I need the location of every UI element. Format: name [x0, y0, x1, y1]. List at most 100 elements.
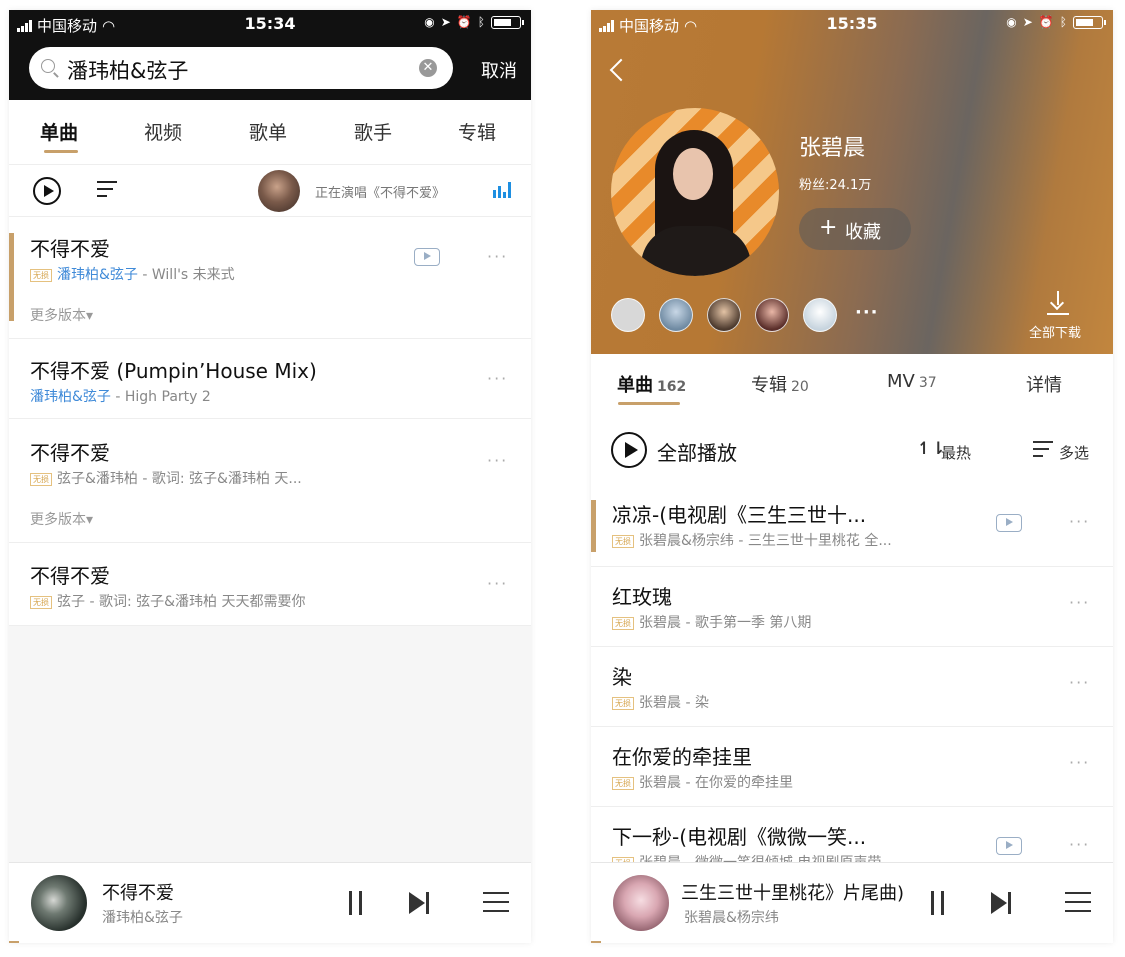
similar-artist-avatar[interactable]: [659, 298, 693, 332]
search-tabs: 单曲 视频 歌单 歌手 专辑: [9, 100, 531, 164]
back-icon[interactable]: [609, 58, 633, 82]
mv-icon[interactable]: [996, 514, 1022, 532]
tab-albums[interactable]: 专辑: [458, 118, 496, 145]
player-artist: 潘玮柏&弦子: [102, 910, 183, 926]
bluetooth-icon: ᛒ: [477, 15, 485, 29]
tab-mv[interactable]: MV 37: [887, 371, 937, 392]
lossless-badge: 无损: [612, 696, 634, 710]
multi-select-icon[interactable]: [97, 181, 119, 201]
song-detail: 张碧晨&杨宗纬 - 三生三世十里桃花 全...: [639, 533, 892, 549]
artist-header: 中国移动 ◠ 15:35 ◉ ➤ ⏰ ᛒ 张碧晨 粉丝:24.1万 + 收藏 ··· 全…: [591, 10, 1113, 354]
tab-underline: [618, 402, 680, 405]
player-title: 三生三世十里桃花》片尾曲) 凉: [681, 883, 909, 904]
song-subtitle: 无损 张碧晨 - 染: [612, 692, 709, 712]
more-options-icon[interactable]: ···: [487, 574, 508, 593]
mini-player[interactable]: 三生三世十里桃花》片尾曲) 凉 张碧晨&杨宗纬: [591, 862, 1113, 943]
lossless-badge: 无损: [30, 472, 52, 486]
similar-artist-avatar[interactable]: [755, 298, 789, 332]
song-artist[interactable]: 潘玮柏&弦子: [30, 389, 111, 405]
song-title: 下一秒-(电视剧《微微一笑...: [612, 825, 867, 849]
tab-playlists[interactable]: 歌单: [249, 118, 287, 145]
tab-albums[interactable]: 专辑 20: [751, 371, 809, 397]
song-row[interactable]: 凉凉-(电视剧《三生三世十... 无损 张碧晨&杨宗纬 - 三生三世十里桃花 全.…: [591, 486, 1113, 566]
clear-search-icon[interactable]: ✕: [419, 59, 437, 77]
song-row[interactable]: 下一秒-(电视剧《微微一笑... 无损张碧晨 - 微微一笑很倾城 电视剧原声带 …: [591, 806, 1113, 867]
more-artists-icon[interactable]: ···: [855, 302, 879, 323]
multi-select-icon[interactable]: [1033, 441, 1053, 459]
song-title: 染: [612, 665, 632, 689]
more-options-icon[interactable]: ···: [1069, 512, 1090, 531]
tab-singers[interactable]: 歌手: [354, 118, 392, 145]
player-artist: 张碧晨&杨宗纬: [684, 910, 779, 926]
similar-artist-avatar[interactable]: [611, 298, 645, 332]
song-detail: 张碧晨 - 歌手第一季 第八期: [639, 615, 812, 631]
song-detail: - Will's 未来式: [137, 267, 235, 283]
now-playing-avatar[interactable]: [258, 170, 300, 212]
more-versions-link[interactable]: 更多版本▾: [30, 509, 93, 529]
favorite-button[interactable]: + 收藏: [799, 208, 911, 250]
album-cover[interactable]: [613, 875, 669, 931]
song-title: 不得不爱 (Pumpin’House Mix): [30, 359, 317, 383]
battery-icon: [491, 15, 524, 29]
playback-progress: [591, 941, 601, 943]
playing-indicator: [9, 233, 14, 321]
more-options-icon[interactable]: ···: [1069, 673, 1090, 692]
song-row[interactable]: 不得不爱 无损 弦子&潘玮柏 - 歌词: 弦子&潘玮柏 天... ··· 更多版本…: [9, 418, 531, 543]
next-track-icon[interactable]: [409, 892, 431, 914]
song-title: 不得不爱: [30, 237, 110, 261]
play-all-button[interactable]: 全部播放: [657, 437, 737, 466]
cancel-button[interactable]: 取消: [481, 57, 517, 83]
location-icon: ➤: [1022, 15, 1033, 29]
song-subtitle: 无损 张碧晨 - 歌手第一季 第八期: [612, 612, 811, 632]
song-row[interactable]: 红玫瑰 无损 张碧晨 - 歌手第一季 第八期 ···: [591, 566, 1113, 647]
song-row[interactable]: 不得不爱 无损 弦子 - 歌词: 弦子&潘玮柏 天天都需要你 ···: [9, 542, 531, 626]
tab-details[interactable]: 详情: [1026, 371, 1062, 397]
more-options-icon[interactable]: ···: [487, 369, 508, 388]
multi-select-button[interactable]: 多选: [1059, 442, 1089, 463]
song-row[interactable]: 染 无损 张碧晨 - 染 ···: [591, 646, 1113, 727]
tab-songs[interactable]: 单曲: [40, 118, 78, 145]
more-options-icon[interactable]: ···: [487, 247, 508, 266]
more-options-icon[interactable]: ···: [1069, 753, 1090, 772]
song-title: 在你爱的牵挂里: [612, 745, 752, 769]
album-cover[interactable]: [31, 875, 87, 931]
sort-button[interactable]: 最热: [941, 442, 971, 463]
search-query[interactable]: 潘玮柏&弦子: [67, 55, 188, 85]
download-icon[interactable]: [1047, 291, 1069, 315]
pause-icon[interactable]: [931, 891, 947, 915]
download-all-label[interactable]: 全部下载: [1029, 322, 1081, 341]
more-options-icon[interactable]: ···: [1069, 593, 1090, 612]
mv-icon[interactable]: [414, 248, 440, 266]
song-detail: 张碧晨 - 染: [639, 695, 709, 711]
now-playing-text[interactable]: 正在演唱《不得不爱》: [315, 182, 445, 201]
song-detail: 张碧晨 - 在你爱的牵挂里: [639, 775, 793, 791]
tab-songs[interactable]: 单曲 162: [617, 371, 686, 397]
search-input[interactable]: 潘玮柏&弦子 ✕: [29, 47, 453, 89]
song-row[interactable]: 不得不爱 无损 潘玮柏&弦子 - Will's 未来式 ··· 更多版本▾: [9, 216, 531, 339]
similar-artist-avatar[interactable]: [803, 298, 837, 332]
mv-icon[interactable]: [996, 837, 1022, 855]
song-subtitle: 无损 弦子&潘玮柏 - 歌词: 弦子&潘玮柏 天...: [30, 468, 302, 488]
playlist-icon[interactable]: [1065, 892, 1091, 914]
playlist-icon[interactable]: [483, 892, 509, 914]
mini-player[interactable]: 不得不爱 潘玮柏&弦子: [9, 862, 531, 943]
song-row[interactable]: 在你爱的牵挂里 无损 张碧晨 - 在你爱的牵挂里 ···: [591, 726, 1113, 807]
song-subtitle: 潘玮柏&弦子 - High Party 2: [30, 386, 211, 406]
artist-tabs: 单曲 162 专辑 20 MV 37 详情: [591, 354, 1113, 415]
similar-artist-avatar[interactable]: [707, 298, 741, 332]
alarm-icon: ⏰: [1038, 15, 1054, 29]
song-row[interactable]: 不得不爱 (Pumpin’House Mix) 潘玮柏&弦子 - High Pa…: [9, 338, 531, 419]
play-all-icon[interactable]: [611, 432, 647, 468]
plus-icon: +: [819, 215, 838, 240]
more-options-icon[interactable]: ···: [487, 451, 508, 470]
more-options-icon[interactable]: ···: [1069, 835, 1090, 854]
play-all-icon[interactable]: [33, 177, 61, 205]
song-artist[interactable]: 潘玮柏&弦子: [57, 267, 138, 283]
pause-icon[interactable]: [349, 891, 365, 915]
song-detail: 弦子 - 歌词: 弦子&潘玮柏 天天都需要你: [57, 594, 306, 610]
next-track-icon[interactable]: [991, 892, 1013, 914]
alarm-icon: ⏰: [456, 15, 472, 29]
artist-detail-screen: 中国移动 ◠ 15:35 ◉ ➤ ⏰ ᛒ 张碧晨 粉丝:24.1万 + 收藏 ··· 全…: [591, 10, 1113, 943]
tab-videos[interactable]: 视频: [144, 118, 182, 145]
more-versions-link[interactable]: 更多版本▾: [30, 305, 93, 325]
